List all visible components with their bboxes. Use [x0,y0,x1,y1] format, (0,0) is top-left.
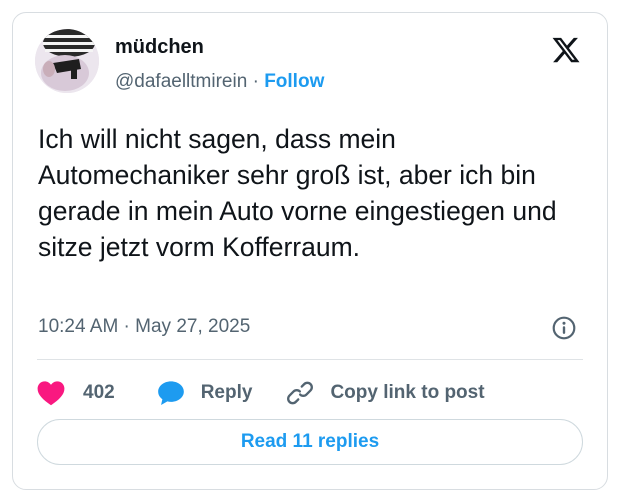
handle-separator: · [252,71,259,92]
action-bar: 402 Reply Copy link to post [37,375,485,411]
divider [37,359,583,360]
author-display-name[interactable]: müdchen [115,36,204,59]
reply-button[interactable]: Reply [157,380,253,406]
copy-link-button[interactable]: Copy link to post [286,379,485,407]
author-handle[interactable]: @dafaelltmirein [115,71,247,92]
copy-link-label: Copy link to post [330,382,485,403]
like-button[interactable]: 402 [37,380,115,406]
heart-icon [37,381,65,406]
tweet-text: Ich will nicht sagen, dass mein Automech… [38,124,557,262]
like-count: 402 [83,382,115,403]
follow-button[interactable]: Follow [264,71,324,92]
tweet-card: müdchen @dafaelltmirein · Follow Ich wil… [12,12,608,490]
tweet-timestamp[interactable]: 10:24 AM · May 27, 2025 [38,316,250,338]
reply-label: Reply [200,382,253,403]
link-icon [287,381,314,405]
avatar-image [35,29,99,93]
author-handle-row: @dafaelltmirein · Follow [115,71,324,93]
avatar[interactable] [35,29,99,93]
info-icon[interactable] [551,315,577,341]
x-logo-icon[interactable] [551,35,581,65]
read-replies-button[interactable]: Read 11 replies [37,419,583,465]
speech-bubble-icon [157,381,184,406]
